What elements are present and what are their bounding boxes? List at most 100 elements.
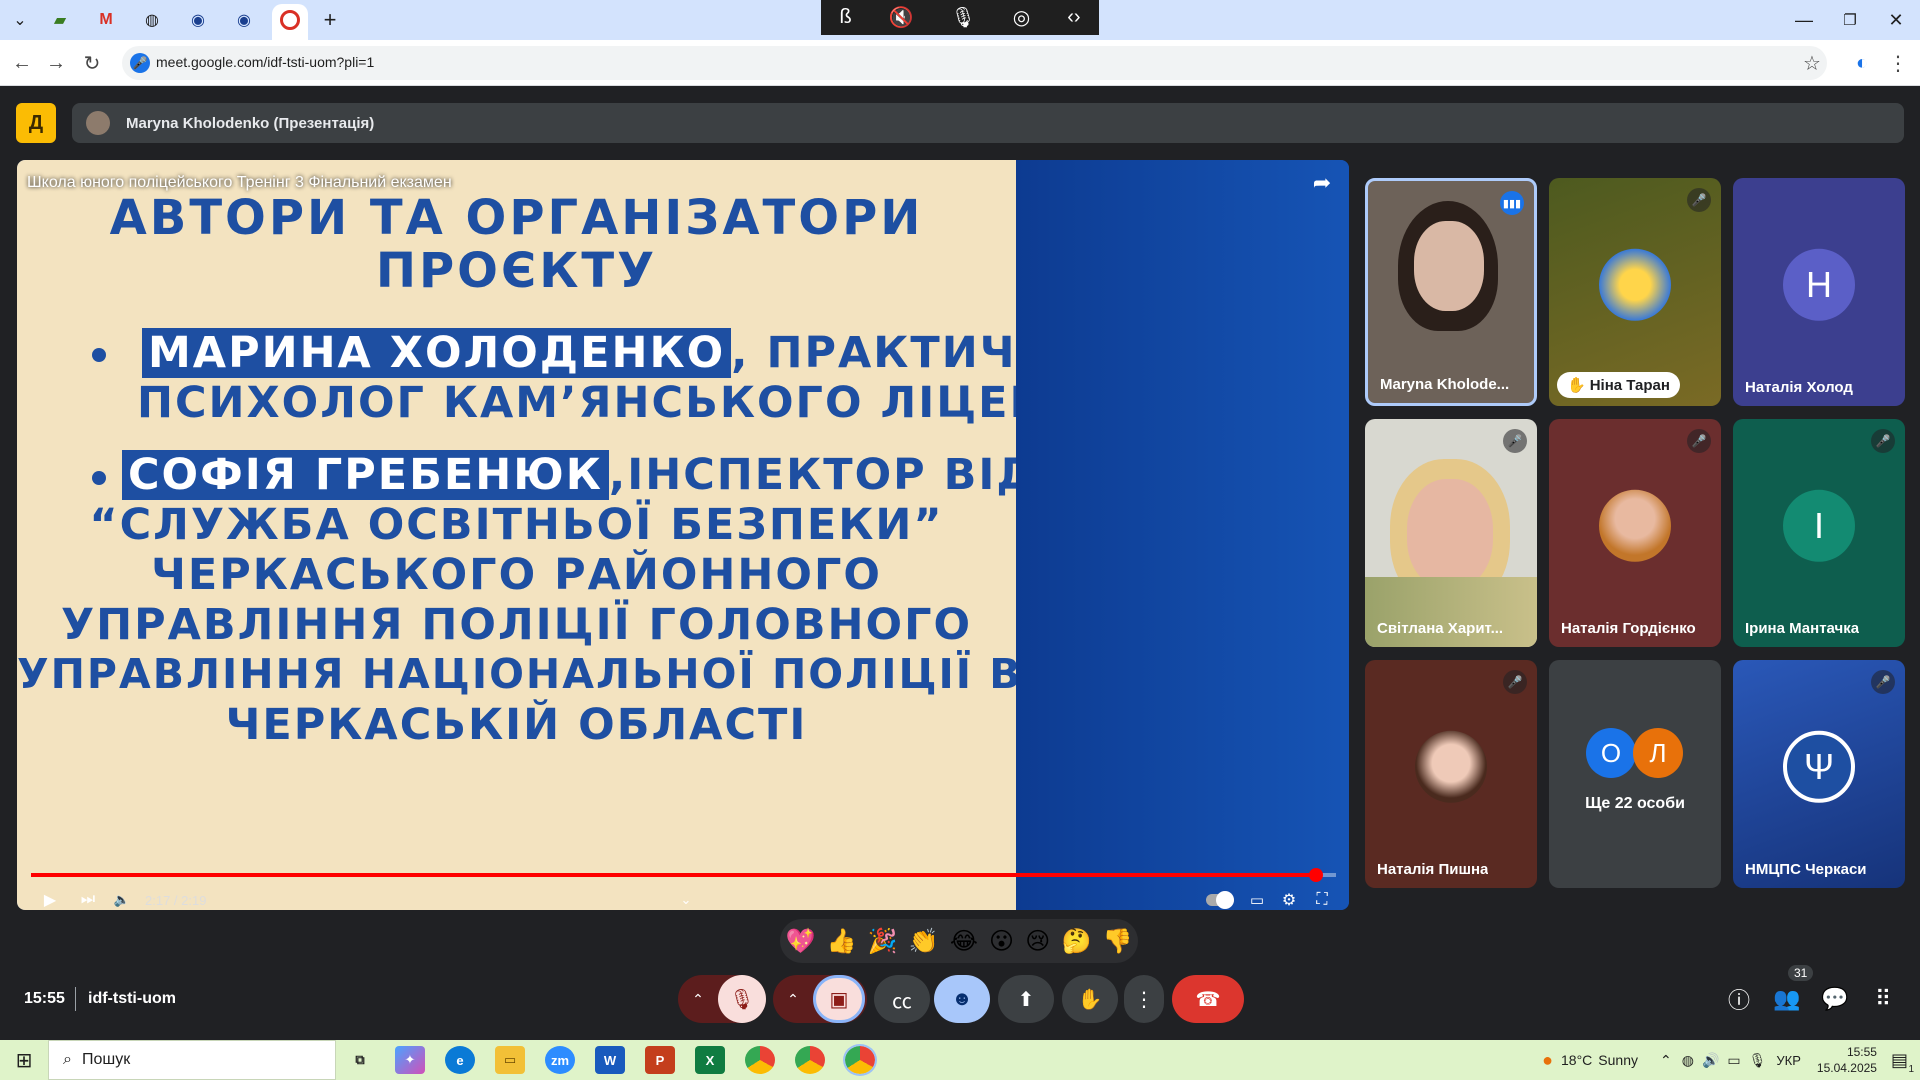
mic-permission-icon[interactable]: 🎤 [130,53,150,73]
tab-active-meet[interactable] [272,4,308,40]
profile-icon[interactable]: ◐ [1850,51,1874,75]
weather-sun-icon[interactable]: ● [1542,1050,1553,1071]
captions-icon[interactable]: ▭ [1245,889,1269,910]
microphone-tray-icon[interactable]: 🎙 [1749,1052,1767,1069]
reaction-surprised[interactable]: 😮 [989,927,1014,956]
word-icon[interactable]: W [595,1046,625,1074]
more-options-button[interactable]: ⋮ [1124,975,1164,1023]
settings-gear-icon[interactable]: ⚙ [1277,889,1301,910]
captions-button[interactable]: ㏄ [874,975,930,1023]
forward-arrow-icon[interactable]: → [44,51,68,75]
tab-favicon-o-icon[interactable]: ◉ [186,8,210,32]
menu-kebab-icon[interactable]: ⋮ [1886,51,1910,75]
language-indicator[interactable]: УКР [1776,1053,1801,1068]
chrome-icon[interactable] [745,1046,775,1074]
weather-text[interactable]: Sunny [1598,1052,1638,1068]
camera-off-icon[interactable]: ▣ [813,975,865,1023]
video-progress-bar[interactable] [31,868,1336,882]
slide-title-line2: ПРОЄКТУ [375,243,658,299]
chrome-profile2-icon[interactable] [795,1046,825,1074]
zoom-icon[interactable]: zm [545,1046,575,1074]
taskbar-search-box[interactable]: ⌕ Пошук [48,1040,336,1080]
bullet-dot [92,348,106,362]
powerpoint-icon[interactable]: P [645,1046,675,1074]
new-tab-plus-icon[interactable]: + [318,7,342,32]
network-icon[interactable]: ▭ [1727,1052,1740,1069]
camera-options-chevron-icon[interactable]: ⌃ [773,975,813,1023]
meeting-code[interactable]: idf-tsti-uom [88,990,176,1008]
tab-favicon-gmail-icon[interactable]: M [94,8,118,32]
play-icon[interactable]: ▶ [39,889,61,910]
copilot-icon[interactable]: ✦ [395,1046,425,1074]
taskbar-clock[interactable]: 15:55 15.04.2025 [1817,1044,1877,1076]
reactions-bar: 💖 👍 🎉 👏 😂 😮 😢 🤔 👎 [780,919,1138,963]
chevron-down-icon[interactable]: ⌄ [675,889,697,910]
participant-tile[interactable]: Н Наталія Холод [1733,178,1905,406]
present-button[interactable]: ⬆ [998,975,1054,1023]
reload-icon[interactable]: ↻ [80,51,104,75]
mic-level-icon[interactable]: 🎙 [950,5,975,30]
edge-icon[interactable]: e [445,1046,475,1074]
people-icon[interactable]: 👥 [1768,980,1806,1018]
windows-start-icon[interactable]: ⊞ [0,1040,48,1080]
chat-icon[interactable]: 💬 [1816,980,1854,1018]
chrome-active-icon[interactable] [843,1044,877,1076]
leave-call-button[interactable]: ☎ [1172,975,1244,1023]
presentation-video[interactable]: АВТОРИ ТА ОРГАНІЗАТОРИ ПРОЄКТУ МАРИНА ХО… [17,160,1349,910]
weather-temp[interactable]: 18°C [1561,1052,1592,1068]
raise-hand-button[interactable]: ✋ [1062,975,1118,1023]
restore-icon[interactable]: ❐ [1830,8,1870,32]
autoplay-toggle-icon[interactable] [1205,889,1235,910]
minimize-icon[interactable]: — [1784,8,1824,32]
activities-grid-icon[interactable]: ⠿ [1864,980,1902,1018]
participant-tile[interactable]: Ψ 🎤 НМЦПС Черкаси [1733,660,1905,888]
participant-tile[interactable]: 🎤 Світлана Харит... [1365,419,1537,647]
mic-options-chevron-icon[interactable]: ⌃ [678,975,718,1023]
reaction-sad[interactable]: 😢 [1025,927,1050,956]
task-view-icon[interactable]: ⧉ [345,1046,375,1074]
participant-tile[interactable]: 🎤 ✋ Ніна Таран [1549,178,1721,406]
next-icon[interactable]: ⏭ [77,889,99,910]
tab-favicon-o2-icon[interactable]: ◉ [232,8,256,32]
participant-tile[interactable]: 🎤 Наталія Гордієнко [1549,419,1721,647]
reaction-party[interactable]: 🎉 [868,927,898,956]
video-title[interactable]: Школа юного поліцейського Тренінг 3 Фіна… [27,174,452,192]
meeting-info-icon[interactable]: ⓘ [1720,980,1758,1018]
reaction-thinking[interactable]: 🤔 [1061,927,1091,956]
meeting-clock: 15:55 [24,990,65,1007]
file-explorer-icon[interactable]: ▭ [495,1046,525,1074]
address-bar[interactable]: 🎤 meet.google.com/idf-tsti-uom?pli=1 [122,46,1827,80]
presenter-avatar [86,111,110,135]
tray-app-icon[interactable]: ◍ [1682,1052,1694,1069]
share-arrow-icon[interactable]: ➦ [1307,168,1337,198]
tab-favicon-classroom-icon[interactable]: ▰ [48,8,72,32]
speaker-mute-icon[interactable]: 🔇 [889,5,914,30]
mic-off-icon[interactable]: 🎙 [718,975,766,1023]
bluetooth-audio-icon[interactable]: ß [839,6,851,29]
participant-tile-more[interactable]: О Л Ще 22 особи [1549,660,1721,888]
companion-mode-icon[interactable]: Д [16,103,56,143]
participant-tile[interactable]: ▮▮▮ Maryna Kholode... [1365,178,1537,406]
back-arrow-icon[interactable]: ← [10,51,34,75]
bookmark-star-icon[interactable]: ☆ [1800,51,1824,75]
participant-tile[interactable]: 🎤 Наталія Пишна [1365,660,1537,888]
code-icon[interactable]: ‹› [1067,6,1080,29]
reaction-laugh[interactable]: 😂 [950,927,978,956]
url-text[interactable]: meet.google.com/idf-tsti-uom?pli=1 [156,54,374,70]
exit-fullscreen-icon[interactable]: ⛶ [1310,889,1334,910]
tab-search-dropdown-icon[interactable]: ⌄ [8,8,32,32]
notifications-icon[interactable]: ▤ 1 [1891,1050,1914,1075]
reaction-thumbs-up[interactable]: 👍 [827,927,857,956]
speaker-icon[interactable]: 🔊 [1702,1052,1719,1069]
reaction-clap[interactable]: 👏 [909,927,939,956]
reaction-heart[interactable]: 💖 [786,927,816,956]
tray-chevron-up-icon[interactable]: ⌃ [1660,1052,1672,1069]
reaction-thumbs-down[interactable]: 👎 [1103,927,1133,956]
participant-tile[interactable]: І 🎤 Ірина Мантачка [1733,419,1905,647]
excel-icon[interactable]: X [695,1046,725,1074]
tab-favicon-globe-icon[interactable]: ◍ [140,8,164,32]
emoji-button[interactable]: ☻ [934,975,990,1023]
close-icon[interactable]: ✕ [1876,8,1916,32]
broadcast-icon[interactable]: ◎ [1013,5,1030,30]
volume-icon[interactable]: 🔈 [111,889,133,910]
